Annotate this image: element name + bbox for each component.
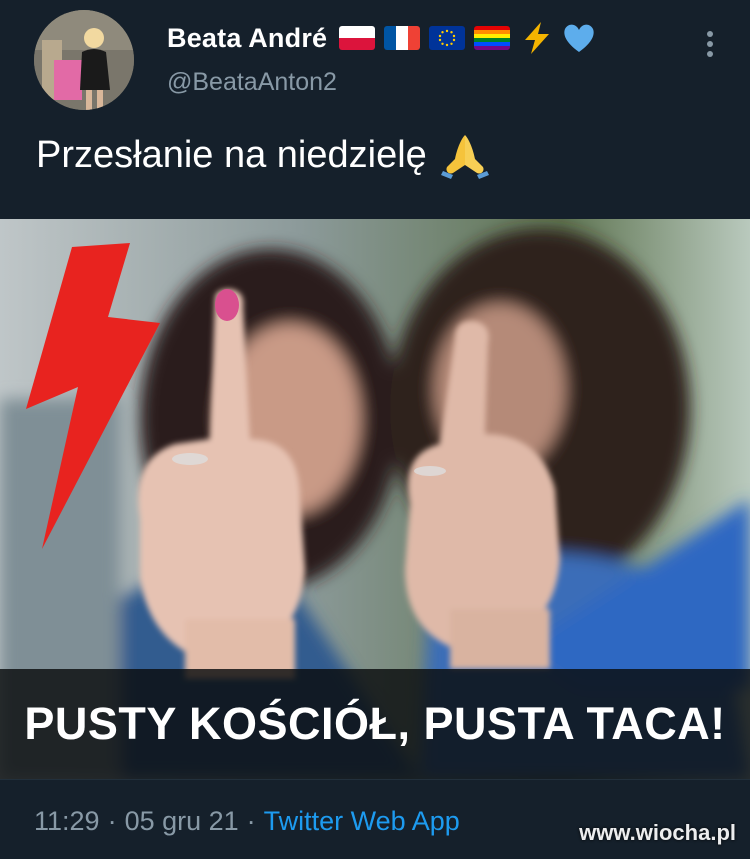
- eu-flag-icon: [429, 26, 466, 50]
- tweet-date[interactable]: 05 gru 21: [125, 806, 239, 837]
- lightning-icon: [519, 20, 555, 56]
- tweet-header: Beata André @BeataAnton2: [0, 0, 750, 110]
- blue-heart-icon: [561, 20, 597, 56]
- image-caption-band: PUSTY KOŚCIÓŁ, PUSTA TACA!: [0, 669, 750, 779]
- user-name-row: Beata André: [167, 20, 603, 56]
- tweet-source-link[interactable]: Twitter Web App: [264, 806, 460, 837]
- watermark: www.wiocha.pl: [579, 820, 736, 845]
- user-handle[interactable]: @BeataAnton2: [167, 68, 337, 97]
- tweet-meta: 11:29 · 05 gru 21 · Twitter Web App: [34, 806, 460, 837]
- display-name[interactable]: Beata André: [167, 23, 327, 54]
- meta-separator: ·: [107, 806, 117, 836]
- avatar[interactable]: [34, 10, 134, 110]
- divider: [0, 779, 750, 780]
- poland-flag-icon: [339, 26, 376, 50]
- folded-hands-icon: [439, 131, 491, 179]
- tweet-text-content: Przesłanie na niedzielę: [36, 133, 427, 176]
- meta-separator: ·: [246, 806, 256, 836]
- image-caption: PUSTY KOŚCIÓŁ, PUSTA TACA!: [24, 698, 726, 749]
- tweet-time[interactable]: 11:29: [34, 806, 100, 837]
- france-flag-icon: [384, 26, 421, 50]
- tweet-text: Przesłanie na niedzielę: [36, 131, 491, 179]
- tweet-image[interactable]: PUSTY KOŚCIÓŁ, PUSTA TACA!: [0, 219, 750, 779]
- rainbow-flag-icon: [474, 26, 511, 50]
- more-options-icon[interactable]: [698, 26, 722, 62]
